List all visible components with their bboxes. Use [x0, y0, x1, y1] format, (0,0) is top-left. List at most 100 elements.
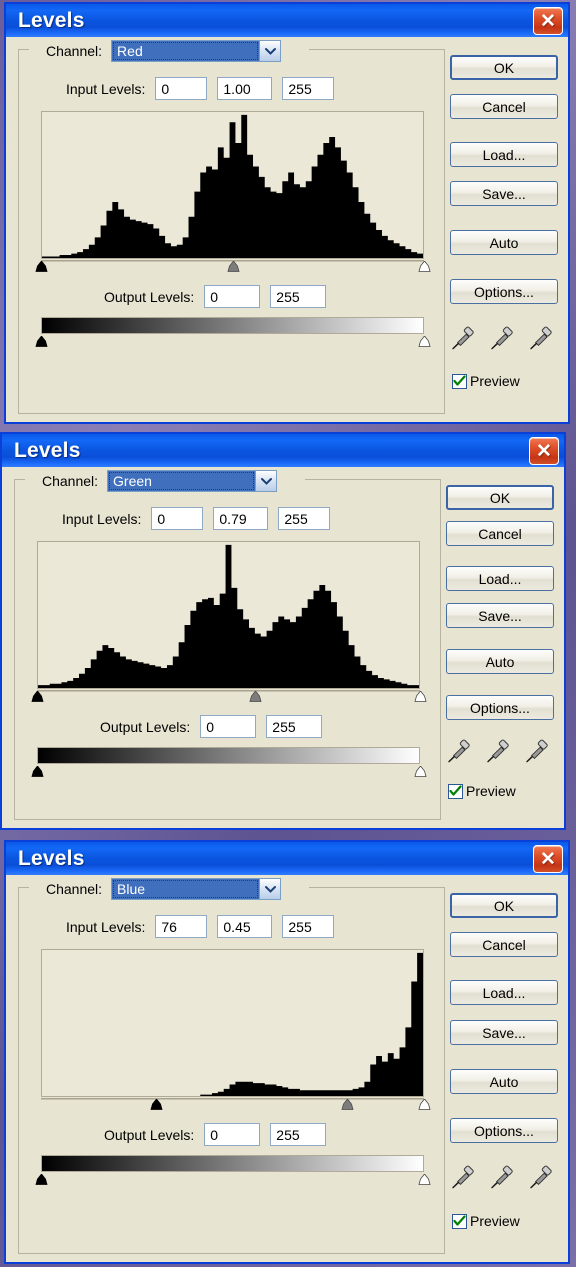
auto-button[interactable]: Auto	[450, 230, 558, 255]
output-levels-row: Output Levels: 0 255	[104, 1123, 327, 1146]
input-levels-row: Input Levels: 0 0.79 255	[62, 507, 331, 530]
save-button[interactable]: Save...	[446, 603, 554, 628]
output-black-field[interactable]: 0	[204, 285, 261, 308]
output-black-slider-thumb[interactable]	[31, 766, 44, 777]
levels-groupbox: Channel: Green Input Levels: 0 0.79 255 Output…	[14, 470, 441, 820]
output-slider-track[interactable]	[35, 335, 431, 349]
output-white-field[interactable]: 255	[270, 285, 327, 308]
black-point-eyedropper[interactable]	[446, 738, 472, 764]
cancel-button[interactable]: Cancel	[446, 521, 554, 546]
input-white-slider-thumb[interactable]	[414, 691, 427, 702]
load-button[interactable]: Load...	[446, 566, 554, 591]
input-levels-label: Input Levels:	[66, 80, 146, 97]
input-gamma-field[interactable]: 0.45	[217, 915, 273, 938]
output-black-field[interactable]: 0	[200, 715, 257, 738]
preview-checkbox[interactable]	[452, 1213, 467, 1229]
output-white-slider-thumb[interactable]	[418, 336, 431, 347]
channel-select[interactable]: Red	[111, 40, 282, 62]
input-slider-track[interactable]	[41, 1098, 431, 1112]
preview-checkbox[interactable]	[448, 783, 463, 799]
auto-button[interactable]: Auto	[446, 649, 554, 674]
output-slider-track[interactable]	[35, 1173, 431, 1187]
options-button[interactable]: Options...	[450, 279, 558, 304]
close-icon: ✕	[540, 10, 556, 32]
groupbox-rule-right	[309, 49, 444, 50]
close-icon: ✕	[536, 440, 552, 462]
chevron-down-icon[interactable]	[259, 879, 281, 899]
output-white-field[interactable]: 255	[266, 715, 323, 738]
chevron-down-icon[interactable]	[255, 471, 277, 491]
load-button[interactable]: Load...	[450, 980, 558, 1005]
chevron-down-icon[interactable]	[259, 41, 281, 61]
input-levels-row: Input Levels: 0 1.00 255	[66, 77, 335, 100]
input-black-field[interactable]: 0	[155, 77, 208, 100]
gray-point-eyedropper[interactable]	[489, 1164, 515, 1190]
titlebar: Levels ✕	[2, 434, 564, 467]
preview-row: Preview	[452, 373, 520, 389]
save-button[interactable]: Save...	[450, 181, 558, 206]
gray-point-eyedropper[interactable]	[489, 325, 515, 351]
output-black-slider-thumb[interactable]	[35, 336, 48, 347]
black-point-eyedropper[interactable]	[450, 1164, 476, 1190]
gray-point-eyedropper[interactable]	[485, 738, 511, 764]
input-gamma-field[interactable]: 1.00	[217, 77, 273, 100]
input-black-slider-thumb[interactable]	[35, 261, 48, 272]
output-black-slider-thumb[interactable]	[35, 1174, 48, 1185]
black-point-eyedropper[interactable]	[450, 325, 476, 351]
input-levels-row: Input Levels: 76 0.45 255	[66, 915, 335, 938]
save-button[interactable]: Save...	[450, 1020, 558, 1045]
input-white-field[interactable]: 255	[282, 77, 335, 100]
input-black-field[interactable]: 76	[155, 915, 208, 938]
dialog-body: Channel: Green Input Levels: 0 0.79 255 Output…	[2, 467, 564, 828]
close-button[interactable]: ✕	[533, 7, 563, 35]
output-levels-label: Output Levels:	[104, 1126, 195, 1143]
close-button[interactable]: ✕	[529, 437, 559, 465]
close-button[interactable]: ✕	[533, 845, 563, 873]
input-black-slider-thumb[interactable]	[150, 1099, 163, 1110]
cancel-button[interactable]: Cancel	[450, 932, 558, 957]
output-slider-track[interactable]	[31, 765, 427, 779]
ok-button[interactable]: OK	[450, 893, 558, 918]
white-point-eyedropper[interactable]	[528, 1164, 554, 1190]
load-button[interactable]: Load...	[450, 142, 558, 167]
preview-label: Preview	[470, 1213, 520, 1229]
channel-select[interactable]: Blue	[111, 878, 282, 900]
output-white-slider-thumb[interactable]	[418, 1174, 431, 1185]
input-slider-track[interactable]	[31, 690, 427, 704]
input-gamma-slider-thumb[interactable]	[341, 1099, 354, 1110]
output-black-field[interactable]: 0	[204, 1123, 261, 1146]
input-white-field[interactable]: 255	[278, 507, 331, 530]
titlebar: Levels ✕	[6, 842, 568, 875]
cancel-button[interactable]: Cancel	[450, 94, 558, 119]
options-button[interactable]: Options...	[446, 695, 554, 720]
ok-button[interactable]: OK	[450, 55, 558, 80]
input-gamma-field[interactable]: 0.79	[213, 507, 269, 530]
preview-checkbox[interactable]	[452, 373, 467, 389]
levels-dialog-red: Levels ✕ Channel: Red Input Levels: 0 1.00 255 O…	[4, 2, 570, 424]
histogram-blue	[41, 949, 424, 1097]
white-point-eyedropper[interactable]	[524, 738, 550, 764]
input-gamma-slider-thumb[interactable]	[249, 691, 262, 702]
input-white-slider-thumb[interactable]	[418, 261, 431, 272]
output-gradient-bar	[41, 1155, 424, 1172]
groupbox-rule-right	[309, 887, 444, 888]
auto-button[interactable]: Auto	[450, 1069, 558, 1094]
output-white-slider-thumb[interactable]	[414, 766, 427, 777]
preview-label: Preview	[470, 373, 520, 389]
input-gamma-slider-thumb[interactable]	[226, 261, 240, 272]
input-black-slider-thumb[interactable]	[31, 691, 44, 702]
preview-label: Preview	[466, 783, 516, 799]
input-black-field[interactable]: 0	[151, 507, 204, 530]
channel-select[interactable]: Green	[107, 470, 278, 492]
options-button[interactable]: Options...	[450, 1118, 558, 1143]
output-gradient-bar	[41, 317, 424, 334]
ok-button[interactable]: OK	[446, 485, 554, 510]
levels-dialog-green: Levels ✕ Channel: Green Input Levels: 0 0.79 25…	[0, 432, 566, 830]
white-point-eyedropper[interactable]	[528, 325, 554, 351]
input-white-slider-thumb[interactable]	[418, 1099, 431, 1110]
input-slider-track[interactable]	[35, 260, 431, 274]
input-levels-label: Input Levels:	[62, 510, 142, 527]
output-white-field[interactable]: 255	[270, 1123, 327, 1146]
dialog-body: Channel: Red Input Levels: 0 1.00 255 Output L…	[6, 37, 568, 422]
input-white-field[interactable]: 255	[282, 915, 335, 938]
